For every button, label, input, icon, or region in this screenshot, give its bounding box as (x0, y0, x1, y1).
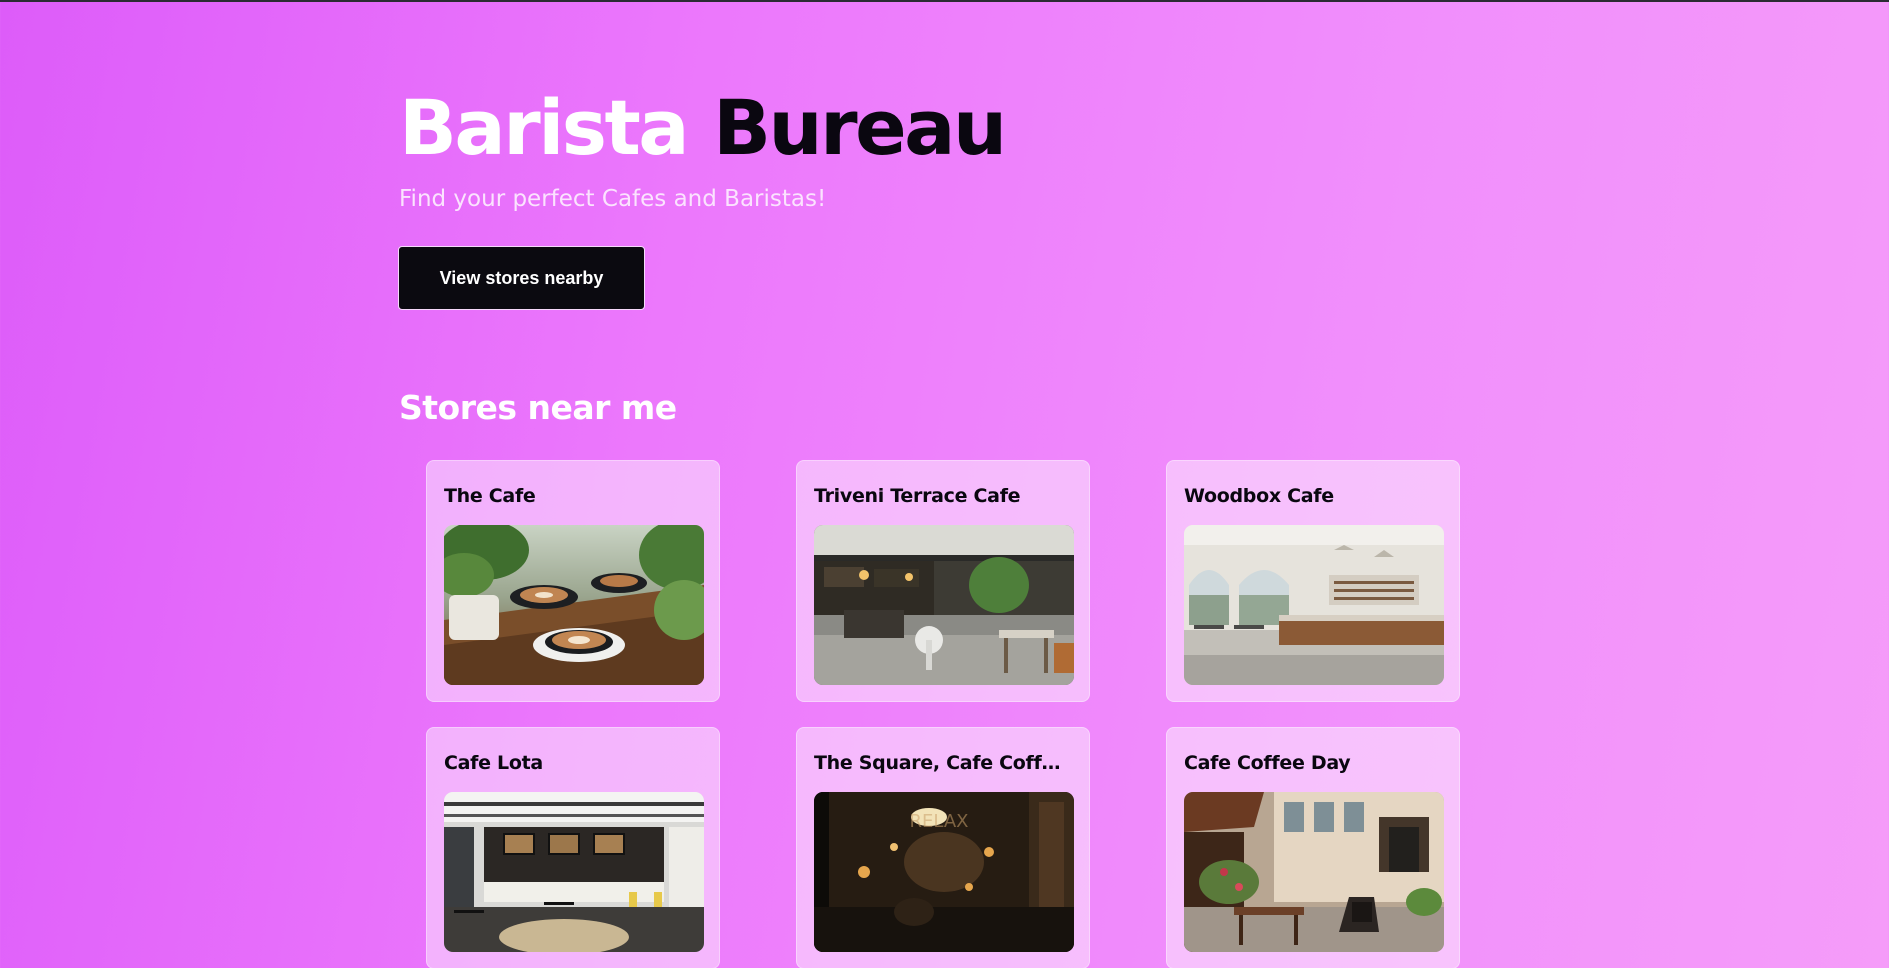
store-card[interactable]: The Cafe (426, 460, 720, 702)
store-image[interactable]: RELAX (814, 792, 1074, 952)
store-card[interactable]: Cafe Coffee Day (1166, 727, 1460, 968)
store-card[interactable]: Triveni Terrace Cafe (796, 460, 1090, 702)
store-image[interactable] (444, 525, 704, 685)
store-image[interactable] (1184, 792, 1444, 952)
hero: Barista Bureau Find your perfect Cafes an… (399, 84, 1299, 213)
store-name: Woodbox Cafe (1184, 485, 1334, 507)
store-card[interactable]: The Square, Cafe Coffe... RELAX (796, 727, 1090, 968)
store-name: Triveni Terrace Cafe (814, 485, 1021, 507)
svg-text:RELAX: RELAX (910, 811, 969, 832)
site-title-word-2: Bureau (713, 83, 1007, 172)
site-title: Barista Bureau (399, 84, 1299, 172)
store-card[interactable]: Woodbox Cafe (1166, 460, 1460, 702)
store-name: The Square, Cafe Coffe... (814, 752, 1072, 774)
store-card[interactable]: Cafe Lota (426, 727, 720, 968)
store-image[interactable] (814, 525, 1074, 685)
tagline: Find your perfect Cafes and Baristas! (399, 186, 827, 212)
store-image[interactable] (444, 792, 704, 952)
site-title-word-1: Barista (399, 83, 690, 172)
store-name: Cafe Lota (444, 752, 543, 774)
view-stores-nearby-button[interactable]: View stores nearby (398, 246, 645, 310)
store-name: The Cafe (444, 485, 536, 507)
store-grid: The Cafe Triveni Terrace Cafe Woodbox Ca… (426, 460, 1460, 968)
store-name: Cafe Coffee Day (1184, 752, 1351, 774)
section-title: Stores near me (399, 388, 677, 427)
store-image[interactable] (1184, 525, 1444, 685)
